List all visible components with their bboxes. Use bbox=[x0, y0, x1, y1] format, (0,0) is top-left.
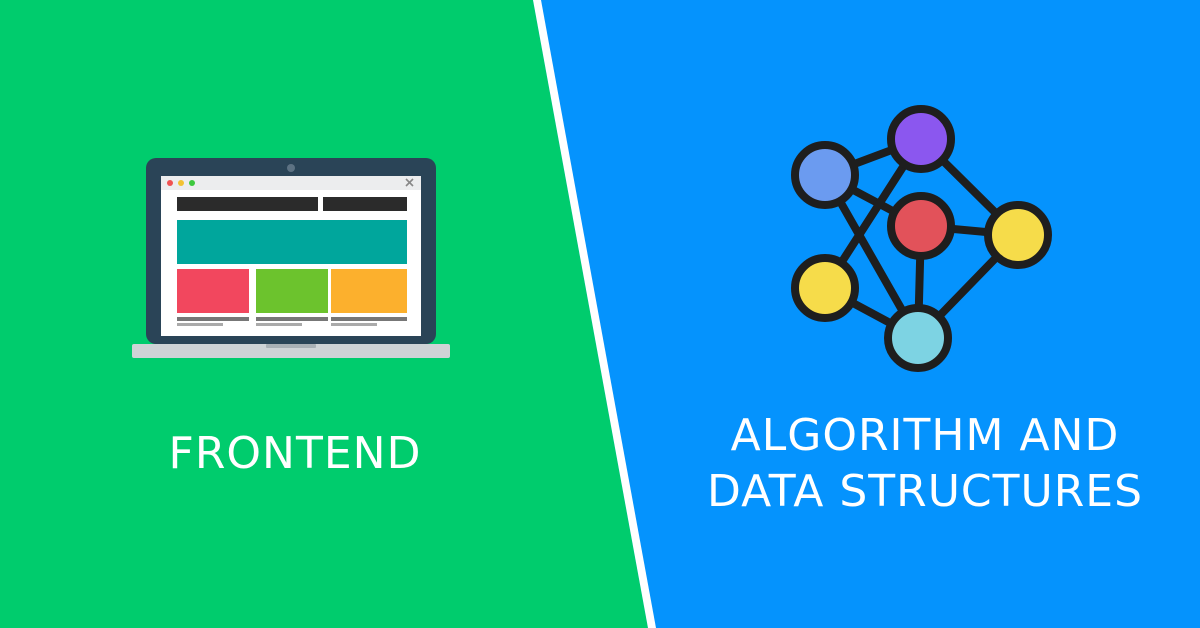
banner: FRONTEND ALGORITHM AND DATA STRUCTURES bbox=[0, 0, 1200, 628]
algorithms-title: ALGORITHM AND DATA STRUCTURES bbox=[660, 408, 1190, 520]
node-blue bbox=[791, 141, 859, 209]
camera-icon bbox=[287, 164, 295, 172]
card-caption bbox=[256, 317, 328, 321]
laptop-notch bbox=[266, 344, 316, 348]
card-caption bbox=[256, 323, 302, 326]
laptop-webpage-icon bbox=[130, 158, 452, 368]
card-green bbox=[256, 269, 328, 313]
frontend-title: FRONTEND bbox=[168, 428, 422, 479]
hero-block bbox=[177, 220, 407, 264]
window-minimize-dot bbox=[178, 180, 184, 186]
node-red bbox=[887, 192, 955, 260]
node-yellow-left bbox=[791, 254, 859, 322]
window-maximize-dot bbox=[189, 180, 195, 186]
algorithms-title-line2: DATA STRUCTURES bbox=[706, 466, 1144, 517]
card-caption bbox=[177, 323, 223, 326]
browser-bar bbox=[161, 176, 421, 190]
algorithms-title-line1: ALGORITHM AND bbox=[730, 410, 1120, 461]
graph-nodes bbox=[791, 105, 1052, 372]
nav-bar-right bbox=[323, 197, 407, 211]
graph-network-icon bbox=[780, 100, 1060, 379]
nav-bar-left bbox=[177, 197, 318, 211]
card-orange bbox=[331, 269, 407, 313]
card-caption bbox=[331, 317, 407, 321]
card-caption bbox=[177, 317, 249, 321]
node-yellow-right bbox=[984, 201, 1052, 269]
card-caption bbox=[331, 323, 377, 326]
node-purple bbox=[887, 105, 955, 173]
window-close-dot bbox=[167, 180, 173, 186]
card-red bbox=[177, 269, 249, 313]
node-cyan bbox=[884, 304, 952, 372]
